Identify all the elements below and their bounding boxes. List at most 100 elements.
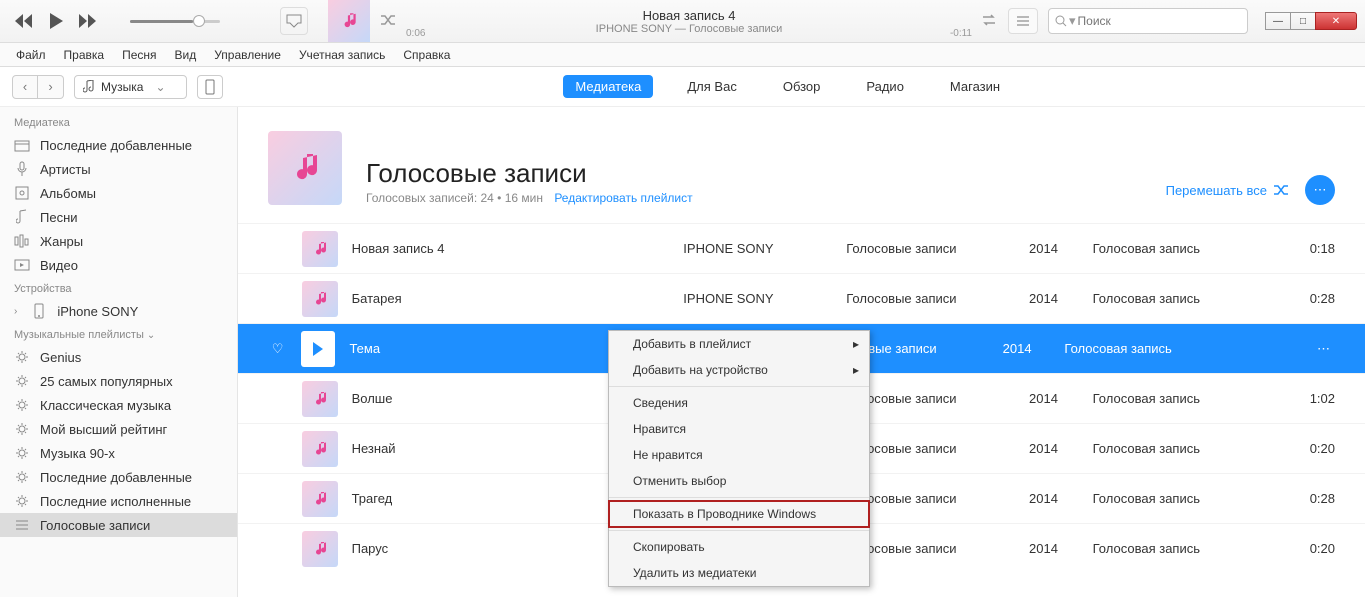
menu-item[interactable]: Вид: [167, 46, 205, 64]
context-menu-item[interactable]: Показать в Проводнике Windows: [609, 501, 869, 527]
sidebar-item[interactable]: Мой высший рейтинг: [0, 417, 237, 441]
context-menu: Добавить в плейлист▸Добавить на устройст…: [608, 330, 870, 587]
sidebar-item[interactable]: Видео: [0, 253, 237, 277]
sidebar-item[interactable]: Музыка 90-х: [0, 441, 237, 465]
sidebar-item-label: Genius: [40, 350, 81, 365]
track-year: 2014: [1029, 541, 1079, 556]
phone-icon: [31, 303, 47, 319]
shuffle-all-button[interactable]: Перемешать все: [1166, 183, 1291, 198]
mic-icon: [14, 161, 30, 177]
chevron-icon: ›: [14, 306, 17, 317]
track-artwork: [302, 231, 338, 267]
tabs: Медиатека Для Вас Обзор Радио Магазин: [223, 75, 1353, 98]
close-button[interactable]: ✕: [1315, 12, 1357, 30]
track-year: 2014: [1029, 391, 1079, 406]
context-menu-item[interactable]: Добавить на устройство▸: [609, 357, 869, 383]
remaining-time: -0:11: [950, 28, 972, 39]
next-button[interactable]: [76, 9, 100, 33]
sidebar-item-label: Последние добавленные: [40, 138, 192, 153]
submenu-arrow-icon: ▸: [853, 363, 859, 377]
track-artwork: [302, 481, 338, 517]
menu-item[interactable]: Файл: [8, 46, 54, 64]
tab[interactable]: Медиатека: [563, 75, 653, 98]
sidebar-item[interactable]: Голосовые записи: [0, 513, 237, 537]
nowplaying-subtitle: IPHONE SONY — Голосовые записи: [418, 23, 960, 35]
menu-item[interactable]: Правка: [56, 46, 113, 64]
playlist-title: Голосовые записи: [366, 158, 693, 189]
context-menu-item[interactable]: Добавить в плейлист▸: [609, 331, 869, 357]
track-genre: Голосовая запись: [1093, 241, 1272, 256]
airplay-button[interactable]: [280, 7, 308, 35]
volume-slider[interactable]: [130, 20, 220, 23]
context-menu-item[interactable]: Скопировать: [609, 534, 869, 560]
sidebar-item[interactable]: Артисты: [0, 157, 237, 181]
playlist-subtitle: Голосовых записей: 24 • 16 мин: [366, 191, 543, 205]
track-album: Голосовые записи: [846, 441, 1015, 456]
sidebar-item[interactable]: 25 самых популярных: [0, 369, 237, 393]
sidebar-item-label: iPhone SONY: [57, 304, 138, 319]
sidebar-item[interactable]: Альбомы: [0, 181, 237, 205]
track-title: Новая запись 4: [352, 241, 670, 256]
sidebar-header: Медиатека: [0, 111, 237, 133]
track-time: 0:20: [1285, 441, 1335, 456]
menu-item[interactable]: Управление: [206, 46, 289, 64]
context-menu-item[interactable]: Отменить выбор: [609, 468, 869, 494]
sidebar-item[interactable]: Песни: [0, 205, 237, 229]
search-input[interactable]: ▾: [1048, 8, 1248, 34]
now-playing-display: 0:06 Новая запись 4 IPHONE SONY — Голосо…: [398, 8, 980, 35]
love-icon[interactable]: ♡: [268, 341, 287, 357]
menu-separator: [609, 386, 869, 387]
track-row[interactable]: БатареяIPHONE SONYГолосовые записи2014Го…: [238, 273, 1365, 323]
track-genre: Голосовая запись: [1093, 491, 1272, 506]
track-year: 2014: [1029, 291, 1079, 306]
tab[interactable]: Для Вас: [675, 75, 748, 98]
edit-playlist-link[interactable]: Редактировать плейлист: [554, 191, 692, 205]
sidebar-item-label: Мой высший рейтинг: [40, 422, 167, 437]
sidebar-item[interactable]: Последние добавленные: [0, 133, 237, 157]
back-button[interactable]: ‹: [12, 75, 38, 99]
track-title: Батарея: [352, 291, 670, 306]
sidebar-item[interactable]: Жанры: [0, 229, 237, 253]
context-menu-item[interactable]: Не нравится: [609, 442, 869, 468]
note-icon: [14, 209, 30, 225]
sidebar-item[interactable]: Последние исполненные: [0, 489, 237, 513]
minimize-button[interactable]: —: [1265, 12, 1291, 30]
more-button[interactable]: ⋯: [1305, 175, 1335, 205]
media-selector[interactable]: Музыка ⌄: [74, 75, 187, 99]
track-artwork: [302, 531, 338, 567]
shuffle-icon[interactable]: [380, 13, 398, 30]
context-menu-item[interactable]: Нравится: [609, 416, 869, 442]
device-button[interactable]: [197, 75, 223, 99]
playlist-header: Голосовые записи Голосовых записей: 24 •…: [238, 107, 1365, 223]
track-artwork: [302, 381, 338, 417]
track-artwork: [302, 281, 338, 317]
sidebar-item[interactable]: › iPhone SONY: [0, 299, 237, 323]
play-button[interactable]: [44, 9, 68, 33]
prev-button[interactable]: [12, 9, 36, 33]
tab[interactable]: Обзор: [771, 75, 833, 98]
track-row[interactable]: Новая запись 4IPHONE SONYГолосовые запис…: [238, 223, 1365, 273]
repeat-icon[interactable]: [980, 13, 998, 30]
list-button[interactable]: [1008, 8, 1038, 34]
sidebar-item[interactable]: Классическая музыка: [0, 393, 237, 417]
track-time: 1:02: [1285, 391, 1335, 406]
context-menu-item[interactable]: Сведения: [609, 390, 869, 416]
menu-item[interactable]: Песня: [114, 46, 164, 64]
sidebar-item[interactable]: Genius: [0, 345, 237, 369]
nowplaying-title: Новая запись 4: [418, 8, 960, 23]
menu-item[interactable]: Учетная запись: [291, 46, 393, 64]
tab[interactable]: Магазин: [938, 75, 1012, 98]
tab[interactable]: Радио: [854, 75, 916, 98]
gear-icon: [14, 422, 30, 436]
sidebar-item-label: Альбомы: [40, 186, 96, 201]
context-menu-item[interactable]: Удалить из медиатеки: [609, 560, 869, 586]
gear-icon: [14, 374, 30, 388]
forward-button[interactable]: ›: [38, 75, 64, 99]
sidebar-item[interactable]: Последние добавленные: [0, 465, 237, 489]
gear-icon: [14, 350, 30, 364]
maximize-button[interactable]: □: [1290, 12, 1316, 30]
list-icon: [14, 519, 30, 531]
menu-separator: [609, 497, 869, 498]
menu-item[interactable]: Справка: [395, 46, 458, 64]
row-more-button[interactable]: ⋯: [1312, 341, 1335, 357]
